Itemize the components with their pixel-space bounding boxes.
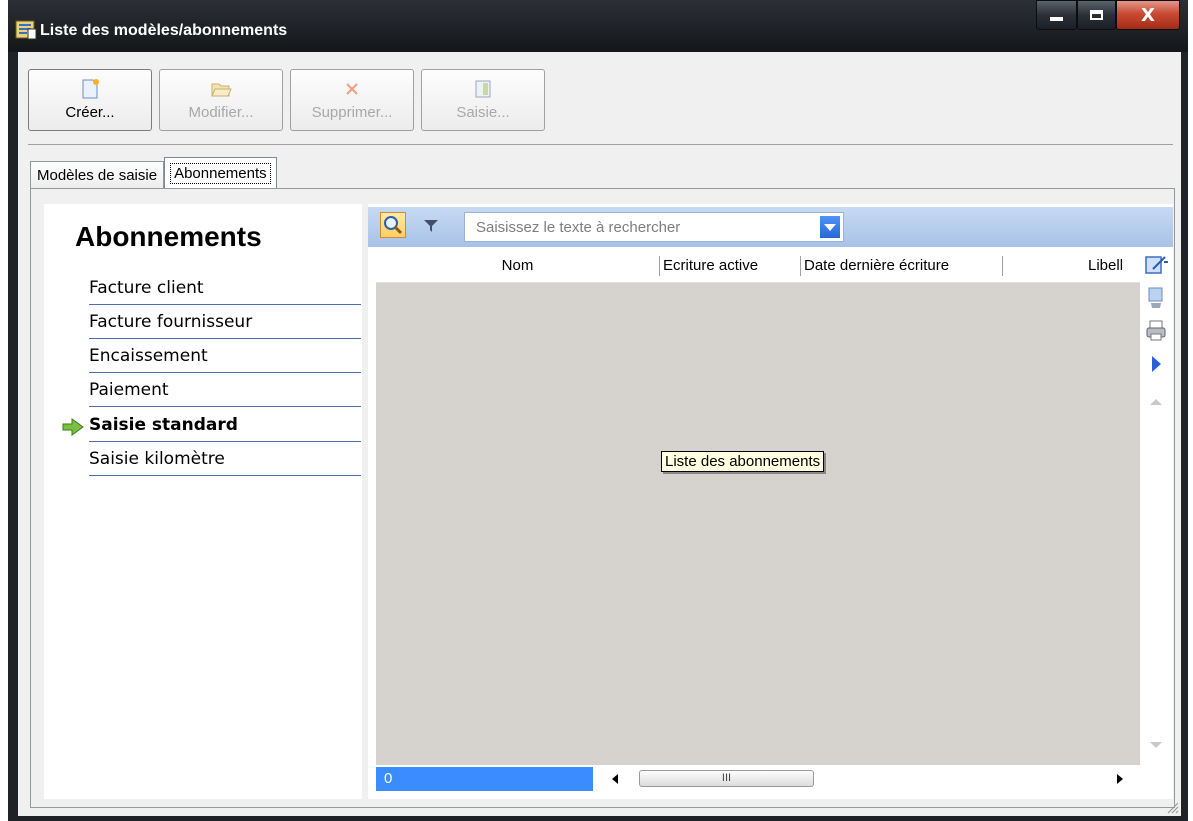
nav-item-encaissement[interactable]: Encaissement (89, 340, 361, 373)
entry-button-label: Saisie... (456, 104, 510, 121)
delete-button[interactable]: Supprimer... (290, 69, 414, 131)
search-button[interactable] (380, 212, 406, 238)
create-button[interactable]: Créer... (28, 69, 152, 131)
window-title: Liste des modèles/abonnements (40, 22, 288, 39)
modify-button[interactable]: Modifier... (159, 69, 283, 131)
scroll-down-arrow-icon[interactable] (1150, 742, 1162, 748)
title-bar[interactable]: Liste des modèles/abonnements X (8, 0, 1188, 52)
close-icon: X (1141, 4, 1155, 26)
nav-item-label: Encaissement (89, 346, 208, 366)
entry-button[interactable]: Saisie... (421, 69, 545, 131)
search-input[interactable] (465, 213, 815, 241)
grid-footer: 0 III (376, 765, 1173, 793)
column-header-ecriture-active[interactable]: Ecriture active (663, 249, 798, 282)
entry-form-icon (475, 80, 491, 98)
nav-item-label: Saisie kilomètre (89, 449, 225, 469)
grid-search-bar (368, 207, 1173, 247)
nav-item-label: Saisie standard (89, 415, 238, 435)
subscriptions-grid: Nom Ecriture active Date dernière écritu… (368, 204, 1173, 799)
print-icon[interactable] (1143, 318, 1169, 344)
create-button-label: Créer... (65, 104, 115, 121)
search-box (464, 212, 844, 242)
tab-subscriptions-label: Abonnements (170, 163, 271, 184)
column-separator[interactable] (800, 256, 801, 276)
grid-side-toolbar (1140, 249, 1173, 765)
scroll-left-arrow-icon[interactable] (612, 774, 618, 784)
next-arrow-icon[interactable] (1143, 351, 1169, 377)
open-folder-icon (211, 83, 232, 97)
window-client-area: Créer... Modifier... Supprimer... Saisie… (18, 52, 1181, 816)
search-dropdown-button[interactable] (820, 216, 840, 238)
resize-grip-icon[interactable] (1165, 800, 1179, 814)
nav-item-label: Facture fournisseur (89, 312, 253, 332)
new-document-icon (82, 79, 99, 99)
modify-button-label: Modifier... (188, 104, 254, 121)
nav-item-facture-client[interactable]: Facture client (89, 272, 361, 305)
scroll-right-arrow-icon[interactable] (1117, 774, 1123, 784)
scrollbar-thumb[interactable]: III (639, 770, 814, 787)
category-nav: Abonnements Facture client Facture fourn… (44, 204, 362, 799)
toolbar-separator (28, 144, 1173, 145)
grid-tooltip: Liste des abonnements (661, 451, 825, 472)
filter-icon[interactable] (423, 218, 439, 234)
tab-models[interactable]: Modèles de saisie (30, 161, 165, 189)
nav-title: Abonnements (75, 221, 262, 252)
app-window: Liste des modèles/abonnements X Créer... (8, 0, 1188, 821)
nav-item-saisie-kilometre[interactable]: Saisie kilomètre (89, 443, 361, 476)
column-header-libelle[interactable]: Libell (1088, 249, 1140, 282)
nav-item-paiement[interactable]: Paiement (89, 374, 361, 407)
minimize-button[interactable] (1036, 0, 1077, 30)
column-separator[interactable] (659, 256, 660, 276)
column-header-date-derniere-ecriture[interactable]: Date dernière écriture (804, 249, 1001, 282)
close-button[interactable]: X (1116, 0, 1180, 30)
delete-button-label: Supprimer... (311, 104, 393, 121)
export-icon[interactable] (1143, 285, 1169, 311)
delete-x-icon (346, 83, 358, 95)
tab-subscriptions[interactable]: Abonnements (164, 157, 277, 189)
column-separator[interactable] (1002, 256, 1003, 276)
grid-body[interactable]: Liste des abonnements (376, 283, 1140, 765)
column-header-nom[interactable]: Nom (376, 249, 659, 282)
record-count: 0 (376, 767, 593, 791)
nav-item-facture-fournisseur[interactable]: Facture fournisseur (89, 306, 361, 339)
nav-item-label: Paiement (89, 380, 169, 400)
nav-item-label: Facture client (89, 278, 204, 298)
app-icon (15, 20, 37, 40)
maximize-button[interactable] (1077, 0, 1116, 30)
toolbar: Créer... Modifier... Supprimer... Saisie… (28, 69, 545, 133)
minimize-icon (1050, 17, 1063, 21)
maximize-icon (1090, 10, 1103, 20)
nav-item-saisie-standard[interactable]: Saisie standard (89, 409, 361, 442)
window-controls: X (1036, 0, 1180, 30)
scroll-up-arrow-icon[interactable] (1150, 399, 1162, 405)
horizontal-scrollbar[interactable]: III (604, 769, 1126, 789)
grid-header: Nom Ecriture active Date dernière écritu… (376, 249, 1140, 283)
search-icon (384, 216, 403, 235)
edit-columns-icon[interactable] (1143, 252, 1169, 278)
selected-arrow-icon (62, 418, 84, 436)
tab-models-label: Modèles de saisie (37, 167, 158, 184)
tab-strip: Modèles de saisie Abonnements (30, 157, 277, 189)
